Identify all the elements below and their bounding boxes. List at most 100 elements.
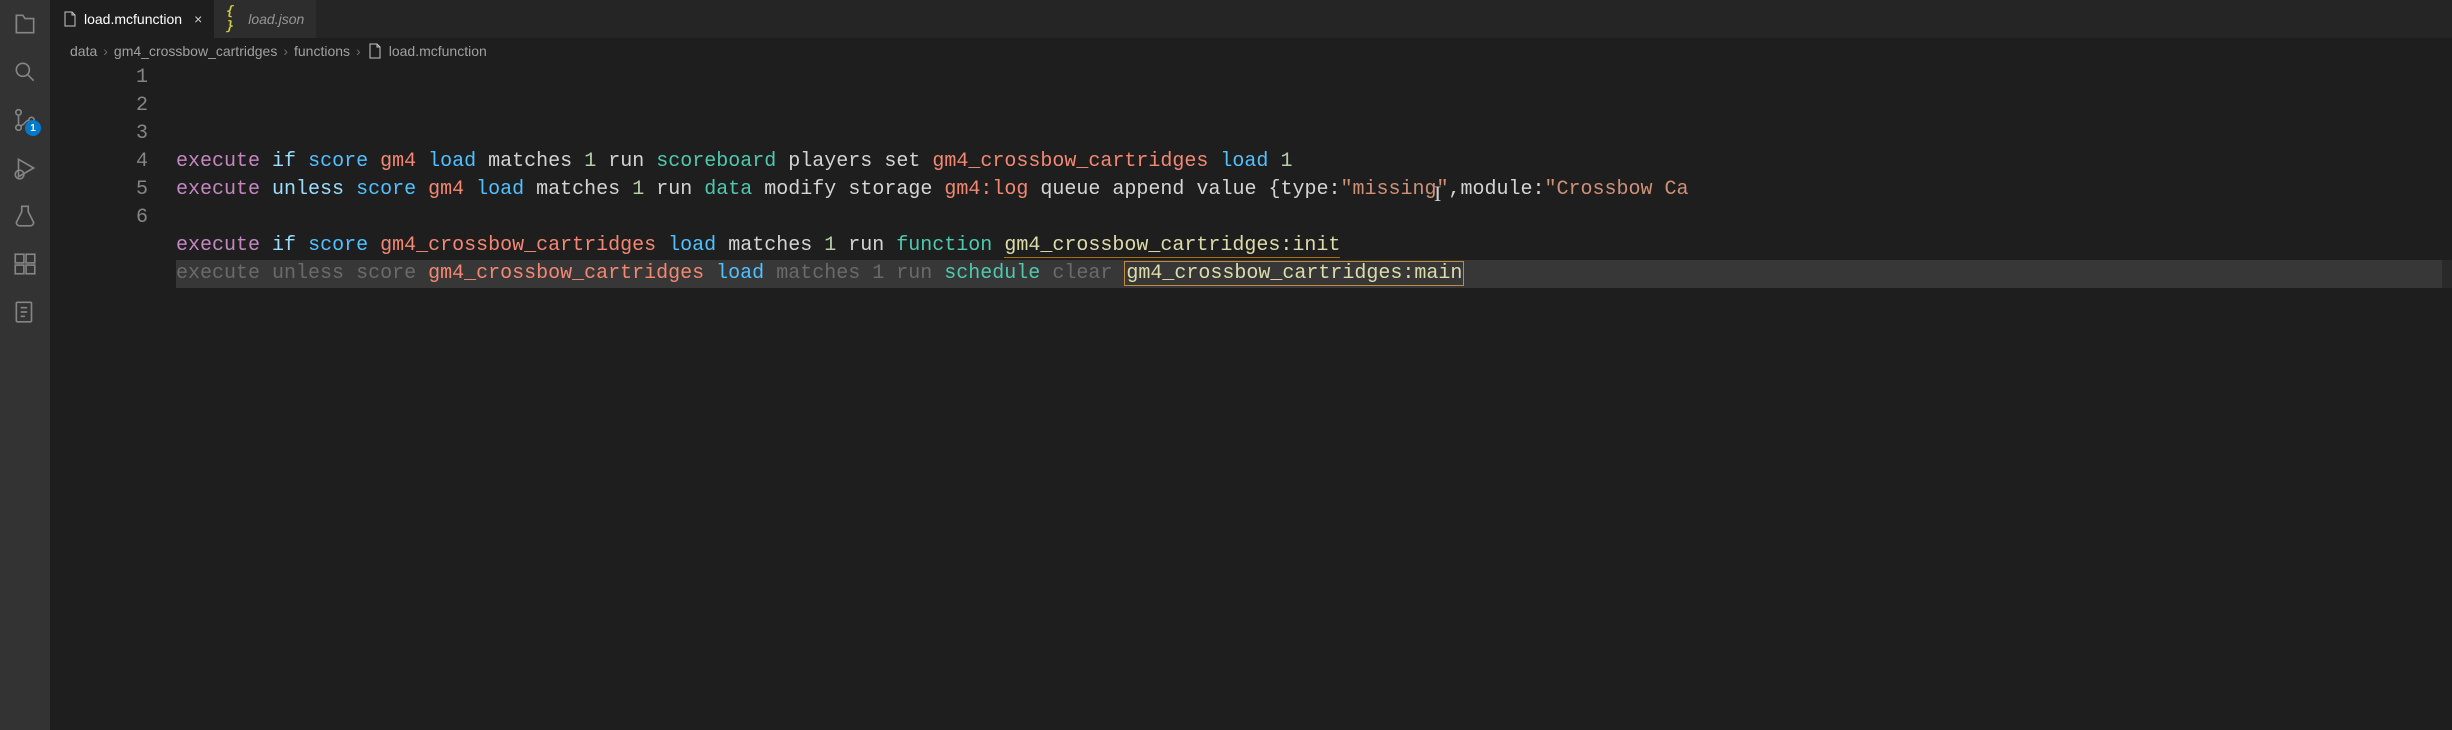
breadcrumb[interactable]: data › gm4_crossbow_cartridges › functio… (50, 38, 2452, 64)
token: queue (1040, 178, 1100, 201)
breadcrumb-segment[interactable]: functions (294, 43, 350, 59)
code-line[interactable]: execute unless score gm4_crossbow_cartri… (176, 260, 2452, 288)
token (644, 150, 656, 173)
token (1208, 150, 1220, 173)
breadcrumb-segment[interactable]: gm4_crossbow_cartridges (114, 43, 277, 59)
references-icon[interactable] (11, 298, 39, 326)
token: gm4 (380, 150, 416, 173)
token (296, 234, 308, 257)
token: function (896, 234, 992, 257)
token (572, 150, 584, 173)
line-number: 1 (50, 64, 148, 92)
token: gm4_crossbow_cartridges:init (1004, 234, 1340, 258)
token (1184, 178, 1196, 201)
token: gm4:log (944, 178, 1028, 201)
token (932, 178, 944, 201)
token: players (788, 150, 872, 173)
token: if (272, 150, 296, 173)
token: "Crossbow Ca (1545, 178, 1689, 201)
tab-label: load.mcfunction (84, 11, 182, 27)
token (1256, 178, 1268, 201)
token (692, 178, 704, 201)
token: "missing" (1340, 178, 1448, 201)
token: execute (176, 262, 260, 285)
tab-bar: load.mcfunction × { } load.json (50, 0, 2452, 38)
token: score (356, 178, 416, 201)
code-line[interactable]: execute if score gm4 load matches 1 run … (176, 148, 2452, 176)
line-number: 3 (50, 120, 148, 148)
testing-icon[interactable] (11, 202, 39, 230)
token (260, 262, 272, 285)
token: gm4_crossbow_cartridges (380, 234, 656, 257)
token (1100, 178, 1112, 201)
token (464, 178, 476, 201)
token: score (308, 150, 368, 173)
token: 1 (872, 262, 884, 285)
search-icon[interactable] (11, 58, 39, 86)
token (644, 178, 656, 201)
token: execute (176, 150, 260, 173)
token: score (308, 234, 368, 257)
token: matches (488, 150, 572, 173)
token: run (656, 178, 692, 201)
token: matches (728, 234, 812, 257)
chevron-right-icon: › (356, 43, 361, 59)
token (872, 150, 884, 173)
breadcrumb-segment[interactable]: load.mcfunction (389, 43, 487, 59)
token (416, 262, 428, 285)
activity-bar: 1 (0, 0, 50, 730)
token: schedule (944, 262, 1040, 285)
token (860, 262, 872, 285)
run-debug-icon[interactable] (11, 154, 39, 182)
token: unless (272, 262, 344, 285)
code-line[interactable]: execute unless score gm4 load matches 1 … (176, 176, 2452, 204)
code-line[interactable] (176, 288, 2452, 316)
token: scoreboard (656, 150, 776, 173)
token: 1 (632, 178, 644, 201)
token: run (896, 262, 932, 285)
token: gm4_crossbow_cartridges:main (1124, 261, 1464, 286)
token: ,module: (1449, 178, 1545, 201)
token (836, 234, 848, 257)
token: data (704, 178, 752, 201)
token: score (356, 262, 416, 285)
token (344, 262, 356, 285)
token: clear (1052, 262, 1112, 285)
token: gm4 (428, 178, 464, 201)
explorer-icon[interactable] (11, 10, 39, 38)
breadcrumb-segment[interactable]: data (70, 43, 97, 59)
token: 1 (584, 150, 596, 173)
token (1268, 150, 1280, 173)
token: execute (176, 178, 260, 201)
token (1028, 178, 1040, 201)
token (836, 178, 848, 201)
token (812, 234, 824, 257)
token (932, 262, 944, 285)
token: set (884, 150, 920, 173)
json-icon: { } (226, 11, 242, 27)
tab-load-json[interactable]: { } load.json (214, 0, 316, 38)
line-number: 2 (50, 92, 148, 120)
token (416, 150, 428, 173)
extensions-icon[interactable] (11, 250, 39, 278)
code-line[interactable] (176, 204, 2452, 232)
token (716, 234, 728, 257)
close-icon[interactable]: × (194, 11, 202, 27)
token: {type: (1268, 178, 1340, 201)
code-content[interactable]: I execute if score gm4 load matches 1 ru… (176, 64, 2452, 730)
tab-load-mcfunction[interactable]: load.mcfunction × (50, 0, 214, 38)
text-cursor-icon: I (1434, 180, 1441, 208)
token (620, 178, 632, 201)
file-icon (62, 11, 78, 27)
source-control-icon[interactable]: 1 (11, 106, 39, 134)
code-line[interactable]: execute if score gm4_crossbow_cartridges… (176, 232, 2452, 260)
token: execute (176, 234, 260, 257)
source-control-badge: 1 (25, 120, 41, 136)
token (524, 178, 536, 201)
line-gutter: 123456 (50, 64, 176, 730)
token (1040, 262, 1052, 285)
token (260, 234, 272, 257)
code-editor[interactable]: 123456 I execute if score gm4 load match… (50, 64, 2452, 730)
token: run (608, 150, 644, 173)
token (920, 150, 932, 173)
